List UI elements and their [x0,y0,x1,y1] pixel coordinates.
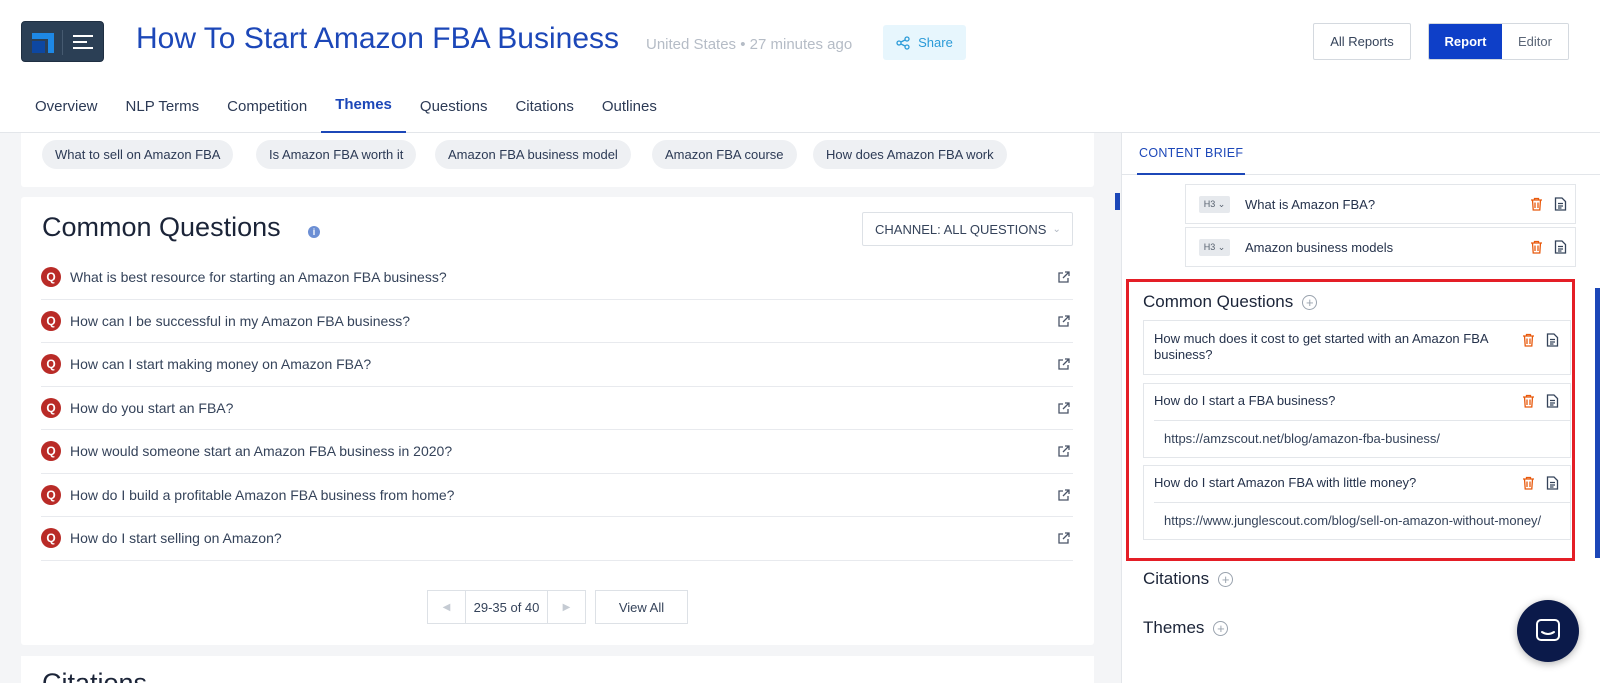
editor-mode-button[interactable]: Editor [1502,24,1568,59]
quora-icon: Q [41,310,61,331]
theme-chip[interactable]: Amazon FBA business model [435,140,631,169]
info-icon[interactable]: i [308,226,320,238]
quora-icon: Q [41,267,61,288]
outline-heading[interactable]: H3 ⌄ Amazon business models [1185,227,1576,267]
question-text: How can I be successful in my Amazon FBA… [70,312,411,329]
trash-icon[interactable] [1530,197,1543,211]
question-text: How do I start selling on Amazon? [70,530,282,547]
report-mode-button[interactable]: Report [1429,24,1502,59]
tab-citations[interactable]: Citations [501,90,587,133]
tab-competition[interactable]: Competition [213,90,321,133]
tab-overview[interactable]: Overview [21,90,112,133]
report-meta: United States • 27 minutes ago [646,36,853,53]
trash-icon[interactable] [1530,240,1543,254]
question-text: How do I build a profitable Amazon FBA b… [70,486,455,503]
section-title: Common Questions [42,212,281,242]
tab-nlp-terms[interactable]: NLP Terms [112,90,214,133]
external-link-icon[interactable] [1057,531,1071,545]
share-label: Share [918,35,953,50]
app-logo[interactable] [21,21,104,62]
pagination: ◀ 29-35 of 40 ▶ [427,590,586,624]
highlight-annotation [1126,279,1575,561]
view-all-button[interactable]: View All [595,590,688,624]
heading-text: Amazon business models [1245,239,1394,255]
list-item[interactable]: Q What is best resource for starting an … [41,256,1073,300]
share-icon [896,35,910,50]
page-title: How To Start Amazon FBA Business [136,22,620,55]
heading-level-dropdown[interactable]: H3 ⌄ [1199,238,1230,256]
theme-chip[interactable]: Is Amazon FBA worth it [256,140,417,169]
themes-card: What to sell on Amazon FBA Is Amazon FBA… [21,133,1094,187]
list-item[interactable]: Q How do you start an FBA? [41,387,1073,430]
section-title: Citations [42,668,148,683]
heading-text: What is Amazon FBA? [1245,196,1376,212]
view-mode-toggle: Report Editor [1428,23,1569,60]
add-citation-icon[interactable]: + [1218,571,1234,587]
external-link-icon[interactable] [1057,401,1071,415]
brand-mark-icon [32,33,54,53]
external-link-icon[interactable] [1057,444,1071,458]
tab-content-brief[interactable]: CONTENT BRIEF [1137,133,1246,175]
question-text: How can I start making money on Amazon F… [70,356,372,373]
menu-icon [73,35,93,49]
tab-outlines[interactable]: Outlines [588,90,671,133]
list-item[interactable]: Q How do I build a profitable Amazon FBA… [41,474,1073,517]
next-page-button[interactable]: ▶ [548,591,585,623]
heading-level-dropdown[interactable]: H3 ⌄ [1199,195,1230,213]
list-item[interactable]: Q How can I be successful in my Amazon F… [41,300,1073,343]
quora-icon: Q [41,441,61,462]
citations-card: Citations [21,656,1094,683]
quora-icon: Q [41,484,61,505]
quora-icon: Q [41,528,61,549]
document-icon[interactable] [1554,197,1567,211]
add-theme-icon[interactable]: + [1213,620,1229,636]
share-button[interactable]: Share [883,25,966,60]
quora-icon: Q [41,397,61,418]
panel-header: CONTENT BRIEF [1122,133,1600,175]
external-link-icon[interactable] [1057,270,1071,284]
chat-icon [1536,619,1560,641]
prev-page-button[interactable]: ◀ [428,591,465,623]
chevron-down-icon: ⌄ [1052,223,1061,235]
external-link-icon[interactable] [1057,357,1071,371]
common-questions-card: Common Questions i CHANNEL: ALL QUESTION… [21,197,1094,645]
list-item[interactable]: Q How would someone start an Amazon FBA … [41,430,1073,474]
question-text: What is best resource for starting an Am… [70,269,447,286]
theme-chip[interactable]: What to sell on Amazon FBA [42,140,234,169]
external-link-icon[interactable] [1057,488,1071,502]
scroll-marker [1115,193,1120,210]
channel-dropdown[interactable]: CHANNEL: ALL QUESTIONS ⌄ [862,212,1073,246]
tab-themes[interactable]: Themes [321,90,406,133]
top-bar: How To Start Amazon FBA Business United … [0,0,1600,133]
list-item[interactable]: Q How can I start making money on Amazon… [41,343,1073,387]
report-tabs: Overview NLP Terms Competition Themes Qu… [21,90,671,133]
theme-chip[interactable]: How does Amazon FBA work [813,140,1007,169]
quora-icon: Q [41,354,61,375]
all-reports-button[interactable]: All Reports [1313,23,1411,60]
question-list: Q What is best resource for starting an … [41,256,1073,561]
brief-themes-title: Themes + [1143,618,1229,638]
outline-heading[interactable]: H3 ⌄ What is Amazon FBA? [1185,184,1576,224]
page-range: 29-35 of 40 [465,591,548,623]
document-icon[interactable] [1554,240,1567,254]
question-text: How would someone start an Amazon FBA bu… [70,443,453,460]
tab-questions[interactable]: Questions [406,90,502,133]
external-link-icon[interactable] [1057,314,1071,328]
list-item[interactable]: Q How do I start selling on Amazon? [41,517,1073,561]
theme-chip[interactable]: Amazon FBA course [652,140,797,169]
channel-label: CHANNEL: ALL QUESTIONS [875,221,1047,237]
question-text: How do you start an FBA? [70,399,234,416]
panel-scrollbar[interactable] [1595,288,1600,558]
brief-citations-title: Citations + [1143,569,1234,589]
chat-widget-button[interactable] [1517,600,1579,662]
